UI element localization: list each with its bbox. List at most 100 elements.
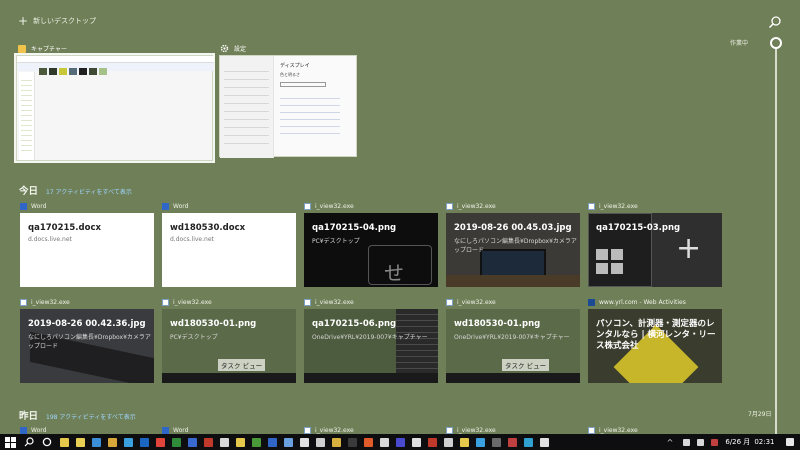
taskbar-app-icon[interactable] <box>379 437 389 447</box>
taskbar-app-list <box>56 437 552 447</box>
activity-card[interactable]: www.yrl.com - Web Activities パソコン、計測器・測定… <box>588 296 722 383</box>
taskbar-app-icon[interactable] <box>187 437 197 447</box>
irfanview-icon <box>304 298 311 306</box>
taskbar-app-icon[interactable] <box>91 437 101 447</box>
card-tile[interactable]: 2019-08-26 00.45.03.jpg なにしろパソコン編集長¥Drop… <box>446 213 580 287</box>
search-icon[interactable] <box>768 15 782 29</box>
taskbar-app-icon[interactable] <box>315 437 325 447</box>
taskbar-app-icon[interactable] <box>299 437 309 447</box>
card-tile[interactable]: wd180530.docx d.docs.live.net <box>162 213 296 287</box>
windows-start-icon[interactable] <box>5 436 16 448</box>
card-tile[interactable]: qa170215-06.png OneDrive¥YRL¥2019-007¥キャ… <box>304 309 438 383</box>
timeline-handle[interactable] <box>770 37 782 49</box>
taskbar-app-icon[interactable] <box>491 437 501 447</box>
timeline-scrollbar[interactable] <box>775 42 777 434</box>
timeline-now-label: 作業中 <box>730 40 749 47</box>
taskbar-app-icon[interactable] <box>75 437 85 447</box>
show-hidden-icons-icon[interactable]: ^ <box>667 438 674 447</box>
activity-card[interactable]: Word wd180530.docx d.docs.live.net <box>162 200 296 287</box>
taskbar-app-icon[interactable] <box>347 437 357 447</box>
settings-preview-sub: 色と明るさ <box>280 72 300 77</box>
new-desktop-label: 新しいデスクトップ <box>33 17 97 25</box>
taskbar-date[interactable]: 6/26 月 <box>725 437 750 447</box>
card-subtitle: d.docs.live.net <box>28 236 72 243</box>
irfanview-icon <box>446 298 453 306</box>
volume-icon[interactable] <box>696 438 704 446</box>
card-title: wd180530-01.png <box>170 319 257 329</box>
card-tile[interactable]: タスク ビュー wd180530-01.png PC¥デスクトップ <box>162 309 296 383</box>
taskbar-app-icon[interactable] <box>411 437 421 447</box>
irfanview-icon <box>588 426 595 434</box>
window-thumbnail-capture[interactable] <box>14 53 215 163</box>
card-title: 2019-08-26 00.42.36.jpg <box>28 319 146 329</box>
taskbar-clock[interactable]: 02:31 <box>754 438 774 446</box>
section-title: 今日 <box>19 186 39 197</box>
taskbar-app-icon[interactable] <box>171 437 181 447</box>
card-app: i_view32.exe <box>162 296 296 308</box>
card-title: qa170215.docx <box>28 223 101 233</box>
taskbar-app-icon[interactable] <box>507 437 517 447</box>
settings-preview-heading: ディスプレイ <box>280 63 310 69</box>
card-tile[interactable]: パソコン、計測器・測定器のレンタルなら | 横河レンタ・リース株式会社 <box>588 309 722 383</box>
taskbar-app-icon[interactable] <box>123 437 133 447</box>
card-tile[interactable]: + qa170215-03.png <box>588 213 722 287</box>
web-icon <box>588 298 595 306</box>
taskbar-app-icon[interactable] <box>363 437 373 447</box>
section-today-header: 今日 17 アクティビティをすべて表示 <box>19 183 132 197</box>
activity-card[interactable]: i_view32.exe タスク ビュー wd180530-01.png One… <box>446 296 580 383</box>
activity-card[interactable]: i_view32.exe 2019-08-26 00.42.36.jpg なにし… <box>20 296 154 383</box>
tray-app-icon[interactable] <box>710 438 718 446</box>
taskbar-app-icon[interactable] <box>155 437 165 447</box>
activity-card[interactable]: i_view32.exe qa170215-06.png OneDrive¥YR… <box>304 296 438 383</box>
new-desktop-button[interactable]: + 新しいデスクトップ <box>18 15 97 27</box>
notification-icon[interactable] <box>786 438 794 446</box>
card-tile[interactable]: タスク ビュー wd180530-01.png OneDrive¥YRL¥201… <box>446 309 580 383</box>
activity-card[interactable]: Word qa170215.docx d.docs.live.net <box>20 200 154 287</box>
card-tile[interactable]: 2019-08-26 00.42.36.jpg なにしろパソコン編集長¥Drop… <box>20 309 154 383</box>
taskbar-app-icon[interactable] <box>235 437 245 447</box>
taskbar-app-icon[interactable] <box>59 437 69 447</box>
taskbar-app-icon[interactable] <box>267 437 277 447</box>
activity-card[interactable]: i_view32.exe + qa170215-03.png <box>588 200 722 287</box>
card-app: i_view32.exe <box>304 200 438 212</box>
card-tile[interactable]: qa170215.docx d.docs.live.net <box>20 213 154 287</box>
taskbar-app-icon[interactable] <box>475 437 485 447</box>
taskbar-app-icon[interactable] <box>523 437 533 447</box>
taskbar-app-icon[interactable] <box>107 437 117 447</box>
taskbar-app-icon[interactable] <box>443 437 453 447</box>
search-icon[interactable] <box>24 437 34 447</box>
taskbar-app-icon[interactable] <box>219 437 229 447</box>
irfanview-icon <box>304 202 311 210</box>
taskbar-app-icon[interactable] <box>283 437 293 447</box>
window-title-capture: キャプチャー <box>18 44 67 53</box>
card-app: i_view32.exe <box>446 296 580 308</box>
word-icon <box>20 426 27 434</box>
card-subtitle: なにしろパソコン編集長¥Dropbox¥カメラアップロード <box>28 334 151 350</box>
cortana-icon[interactable] <box>42 437 52 447</box>
card-title: wd180530-01.png <box>454 319 541 329</box>
taskbar-app-icon[interactable] <box>427 437 437 447</box>
card-app: i_view32.exe <box>588 200 722 212</box>
taskbar-app-icon[interactable] <box>459 437 469 447</box>
see-all-activities-link[interactable]: 198 アクティビティをすべて表示 <box>46 412 136 421</box>
taskbar-app-icon[interactable] <box>251 437 261 447</box>
taskbar-app-icon[interactable] <box>395 437 405 447</box>
taskview-label: タスク ビュー <box>218 359 266 371</box>
taskbar-app-icon[interactable] <box>539 437 549 447</box>
window-thumbnail-settings[interactable]: ディスプレイ 色と明るさ <box>219 55 357 158</box>
activity-card[interactable]: i_view32.exe せ qa170215-04.png PC¥デスクトップ <box>304 200 438 287</box>
card-app: i_view32.exe <box>304 296 438 308</box>
card-tile[interactable]: せ qa170215-04.png PC¥デスクトップ <box>304 213 438 287</box>
card-subtitle: PC¥デスクトップ <box>170 334 218 341</box>
taskbar-app-icon[interactable] <box>331 437 341 447</box>
activity-card[interactable]: i_view32.exe 2019-08-26 00.45.03.jpg なにし… <box>446 200 580 287</box>
see-all-activities-link[interactable]: 17 アクティビティをすべて表示 <box>46 187 132 196</box>
irfanview-icon <box>304 426 311 434</box>
section-yesterday-header: 昨日 198 アクティビティをすべて表示 <box>19 408 136 422</box>
network-icon[interactable] <box>682 438 690 446</box>
taskbar-app-icon[interactable] <box>203 437 213 447</box>
card-subtitle: OneDrive¥YRL¥2019-007¥キャプチャー <box>454 334 570 341</box>
activity-card[interactable]: i_view32.exe タスク ビュー wd180530-01.png PC¥… <box>162 296 296 383</box>
taskbar: ^ 6/26 月 02:31 <box>0 434 800 450</box>
taskbar-app-icon[interactable] <box>139 437 149 447</box>
